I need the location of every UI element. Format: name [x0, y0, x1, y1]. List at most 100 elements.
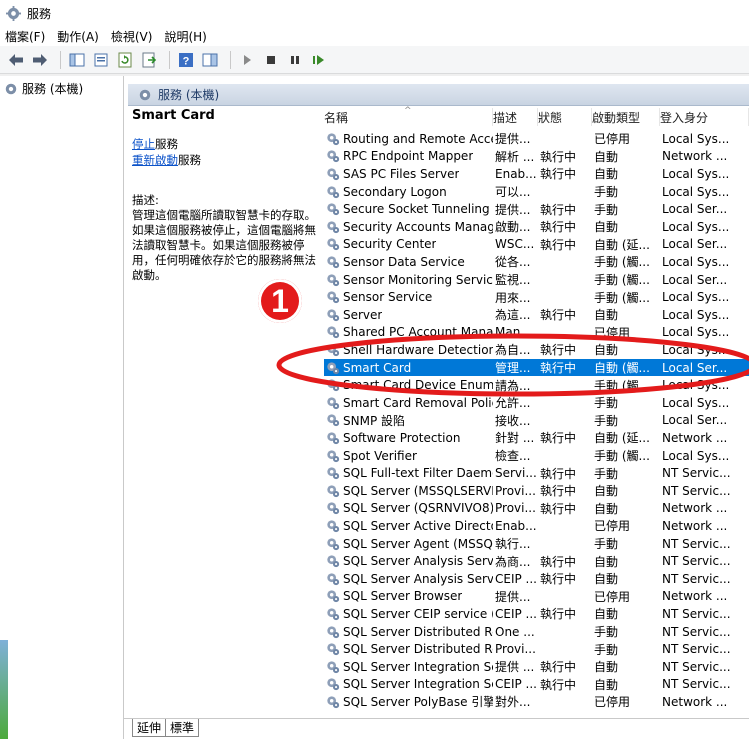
- service-startup-type: 已停用: [594, 695, 631, 710]
- service-name-cell: Sensor Service: [324, 290, 493, 304]
- start-service-icon[interactable]: [237, 50, 257, 70]
- toolbar: ?: [0, 46, 749, 74]
- service-row[interactable]: Sensor Data Service 從各... 手動 (觸... Local Sy…: [324, 253, 749, 271]
- properties-pane-icon[interactable]: [91, 50, 111, 70]
- service-row[interactable]: Smart Card 管理... 執行中 自動 (觸... Local Ser...: [324, 358, 749, 377]
- service-log-on-as: NT Servic...: [662, 659, 731, 674]
- tree-node-services-local[interactable]: 服務 (本機): [0, 76, 123, 101]
- service-description: 接收...: [495, 413, 531, 428]
- service-row[interactable]: SQL Server Distributed Re...Provi... 手動 NT…: [324, 640, 749, 658]
- menu-help[interactable]: 說明(H): [164, 28, 206, 45]
- column-header-startup-type[interactable]: 啟動類型: [592, 108, 660, 126]
- service-startup-type: 自動 (延...: [594, 237, 650, 252]
- service-row[interactable]: Smart Card Removal Policy 允許... 手動 Local Sy…: [324, 394, 749, 412]
- service-row[interactable]: SQL Server (MSSQLSERVER)Provi... 執行中 自動 NT …: [324, 482, 749, 500]
- service-name: Spot Verifier: [343, 448, 417, 463]
- menu-action[interactable]: 動作(A): [57, 28, 99, 45]
- service-name: SQL Server (QSRNVIVO8): [343, 501, 493, 516]
- service-name-cell: SQL Server Browser: [324, 589, 493, 603]
- service-startup-type: 自動: [594, 677, 619, 692]
- service-description: CEIP ...: [495, 677, 537, 692]
- service-log-on-as: Local Sys...: [662, 325, 730, 340]
- service-row[interactable]: SAS PC Files Server Enab... 執行中 自動 Local Sys…: [324, 165, 749, 183]
- service-row[interactable]: SQL Server Active Director...Enab... 已停用 N…: [324, 517, 749, 535]
- service-startup-type: 自動: [594, 220, 619, 235]
- stop-service-icon[interactable]: [261, 50, 281, 70]
- view-tabs-bar: 延伸 標準: [124, 718, 749, 739]
- service-row[interactable]: Sensor Monitoring Service 監視... 手動 (觸... Lo…: [324, 271, 749, 289]
- show-hide-pane-icon[interactable]: [200, 50, 220, 70]
- menu-bar: 檔案(F) 動作(A) 檢視(V) 說明(H): [0, 26, 749, 46]
- service-row[interactable]: Secure Socket Tunneling P...提供... 執行中 手動 Lo…: [324, 200, 749, 218]
- restart-service-icon[interactable]: [309, 50, 329, 70]
- service-gear-icon: [327, 537, 340, 550]
- service-row[interactable]: SQL Server Agent (MSSQL...執行... 手動 NT Serv…: [324, 535, 749, 553]
- column-header-description[interactable]: 描述: [493, 108, 538, 126]
- service-row[interactable]: SQL Server Browser 提供... 已停用 Network ...: [324, 588, 749, 606]
- restart-service-link[interactable]: 重新啟動: [132, 153, 178, 167]
- service-row[interactable]: SQL Server Analysis Servic...為商... 執行中 自動 N…: [324, 552, 749, 570]
- service-name: Sensor Data Service: [343, 254, 465, 269]
- service-row[interactable]: Security Center WSC... 執行中 自動 (延... Local Se…: [324, 236, 749, 254]
- service-gear-icon: [327, 467, 340, 480]
- service-log-on-as: Local Ser...: [662, 413, 728, 428]
- console-tree-icon[interactable]: [67, 50, 87, 70]
- service-description: Provi...: [495, 501, 536, 516]
- service-log-on-as: NT Servic...: [662, 624, 731, 639]
- service-log-on-as: NT Servic...: [662, 606, 731, 621]
- service-row[interactable]: SNMP 設陷 接收... 手動 Local Ser...: [324, 412, 749, 430]
- service-row[interactable]: SQL Server Analysis Servic...CEIP ...執行中…: [324, 570, 749, 588]
- service-log-on-as: Local Sys...: [662, 307, 730, 322]
- export-list-icon[interactable]: [139, 50, 159, 70]
- pause-service-icon[interactable]: [285, 50, 305, 70]
- service-row[interactable]: Server 為這... 執行中 自動 Local Sys...: [324, 306, 749, 324]
- service-row[interactable]: SQL Server Integration Ser...CEIP ...執行中…: [324, 676, 749, 694]
- service-log-on-as: Local Sys...: [662, 184, 730, 199]
- service-row[interactable]: Spot Verifier 檢查... 手動 (觸... Local Sys...: [324, 447, 749, 465]
- service-gear-icon: [327, 555, 340, 568]
- service-startup-type: 自動: [594, 343, 619, 358]
- stop-service-link[interactable]: 停止: [132, 137, 155, 151]
- service-row[interactable]: SQL Server CEIP service (M...CEIP ...執行中…: [324, 605, 749, 623]
- service-row[interactable]: SQL Server Distributed Re...One ... 手動 NT …: [324, 623, 749, 641]
- menu-view[interactable]: 檢視(V): [111, 28, 153, 45]
- column-header-status[interactable]: 狀態: [538, 108, 592, 126]
- service-name: Secure Socket Tunneling P...: [343, 202, 493, 217]
- service-name-cell: Smart Card Device Enumer...: [324, 378, 493, 392]
- tab-extended[interactable]: 延伸: [132, 719, 167, 737]
- service-row[interactable]: SQL Server PolyBase 引擎 (...對外... 已停用 Netwo…: [324, 693, 749, 710]
- back-arrow-icon[interactable]: [6, 50, 26, 70]
- service-log-on-as: NT Servic...: [662, 554, 731, 569]
- service-startup-type: 手動: [594, 537, 619, 552]
- service-row[interactable]: SQL Server Integration Ser...提供 ... 執行中 自動…: [324, 658, 749, 676]
- menu-file[interactable]: 檔案(F): [5, 28, 45, 45]
- refresh-icon[interactable]: [115, 50, 135, 70]
- service-row[interactable]: Shell Hardware Detection 為自... 執行中 自動 Local …: [324, 341, 749, 359]
- service-row[interactable]: SQL Server (QSRNVIVO8) Provi... 執行中 自動 Netwo…: [324, 500, 749, 518]
- service-gear-icon: [327, 661, 340, 673]
- service-row[interactable]: Software Protection 針對 ... 執行中 自動 (延... Netw…: [324, 429, 749, 447]
- tab-standard[interactable]: 標準: [166, 719, 200, 737]
- service-row[interactable]: Secondary Logon 可以... 手動 Local Sys...: [324, 183, 749, 201]
- service-name: RPC Endpoint Mapper: [343, 149, 474, 164]
- service-row[interactable]: RPC Endpoint Mapper 解析 ... 執行中 自動 Network ..…: [324, 148, 749, 166]
- service-row[interactable]: SQL Full-text Filter Daemo...Servi...執行中…: [324, 464, 749, 482]
- service-row[interactable]: Routing and Remote Access提供... 已停用 Local S…: [324, 130, 749, 148]
- service-row[interactable]: Smart Card Device Enumer...請為... 手動 (觸...…: [324, 376, 749, 394]
- service-name: Shell Hardware Detection: [343, 342, 493, 357]
- service-gear-icon: [327, 291, 340, 304]
- stop-service-action: 停止服務: [132, 137, 316, 152]
- service-name-cell: SQL Server CEIP service (M...: [324, 607, 493, 621]
- service-log-on-as: NT Servic...: [662, 642, 731, 657]
- forward-arrow-icon[interactable]: [30, 50, 50, 70]
- service-name: Security Center: [343, 237, 437, 252]
- service-name-cell: SQL Server Agent (MSSQL...: [324, 537, 493, 551]
- service-row[interactable]: Security Accounts Manager 啟動... 執行中 自動 Local…: [324, 218, 749, 236]
- service-name: SQL Server Agent (MSSQL...: [343, 536, 493, 551]
- service-startup-type: 手動: [594, 413, 619, 428]
- service-row[interactable]: Sensor Service 用來... 手動 (觸... Local Sys...: [324, 288, 749, 306]
- service-row[interactable]: Shared PC Account ManagerMan... 已停用 Local …: [324, 324, 749, 342]
- service-startup-type: 自動 (延...: [594, 431, 650, 446]
- column-header-log-on-as[interactable]: 登入身分: [660, 108, 749, 126]
- help-icon[interactable]: ?: [176, 50, 196, 70]
